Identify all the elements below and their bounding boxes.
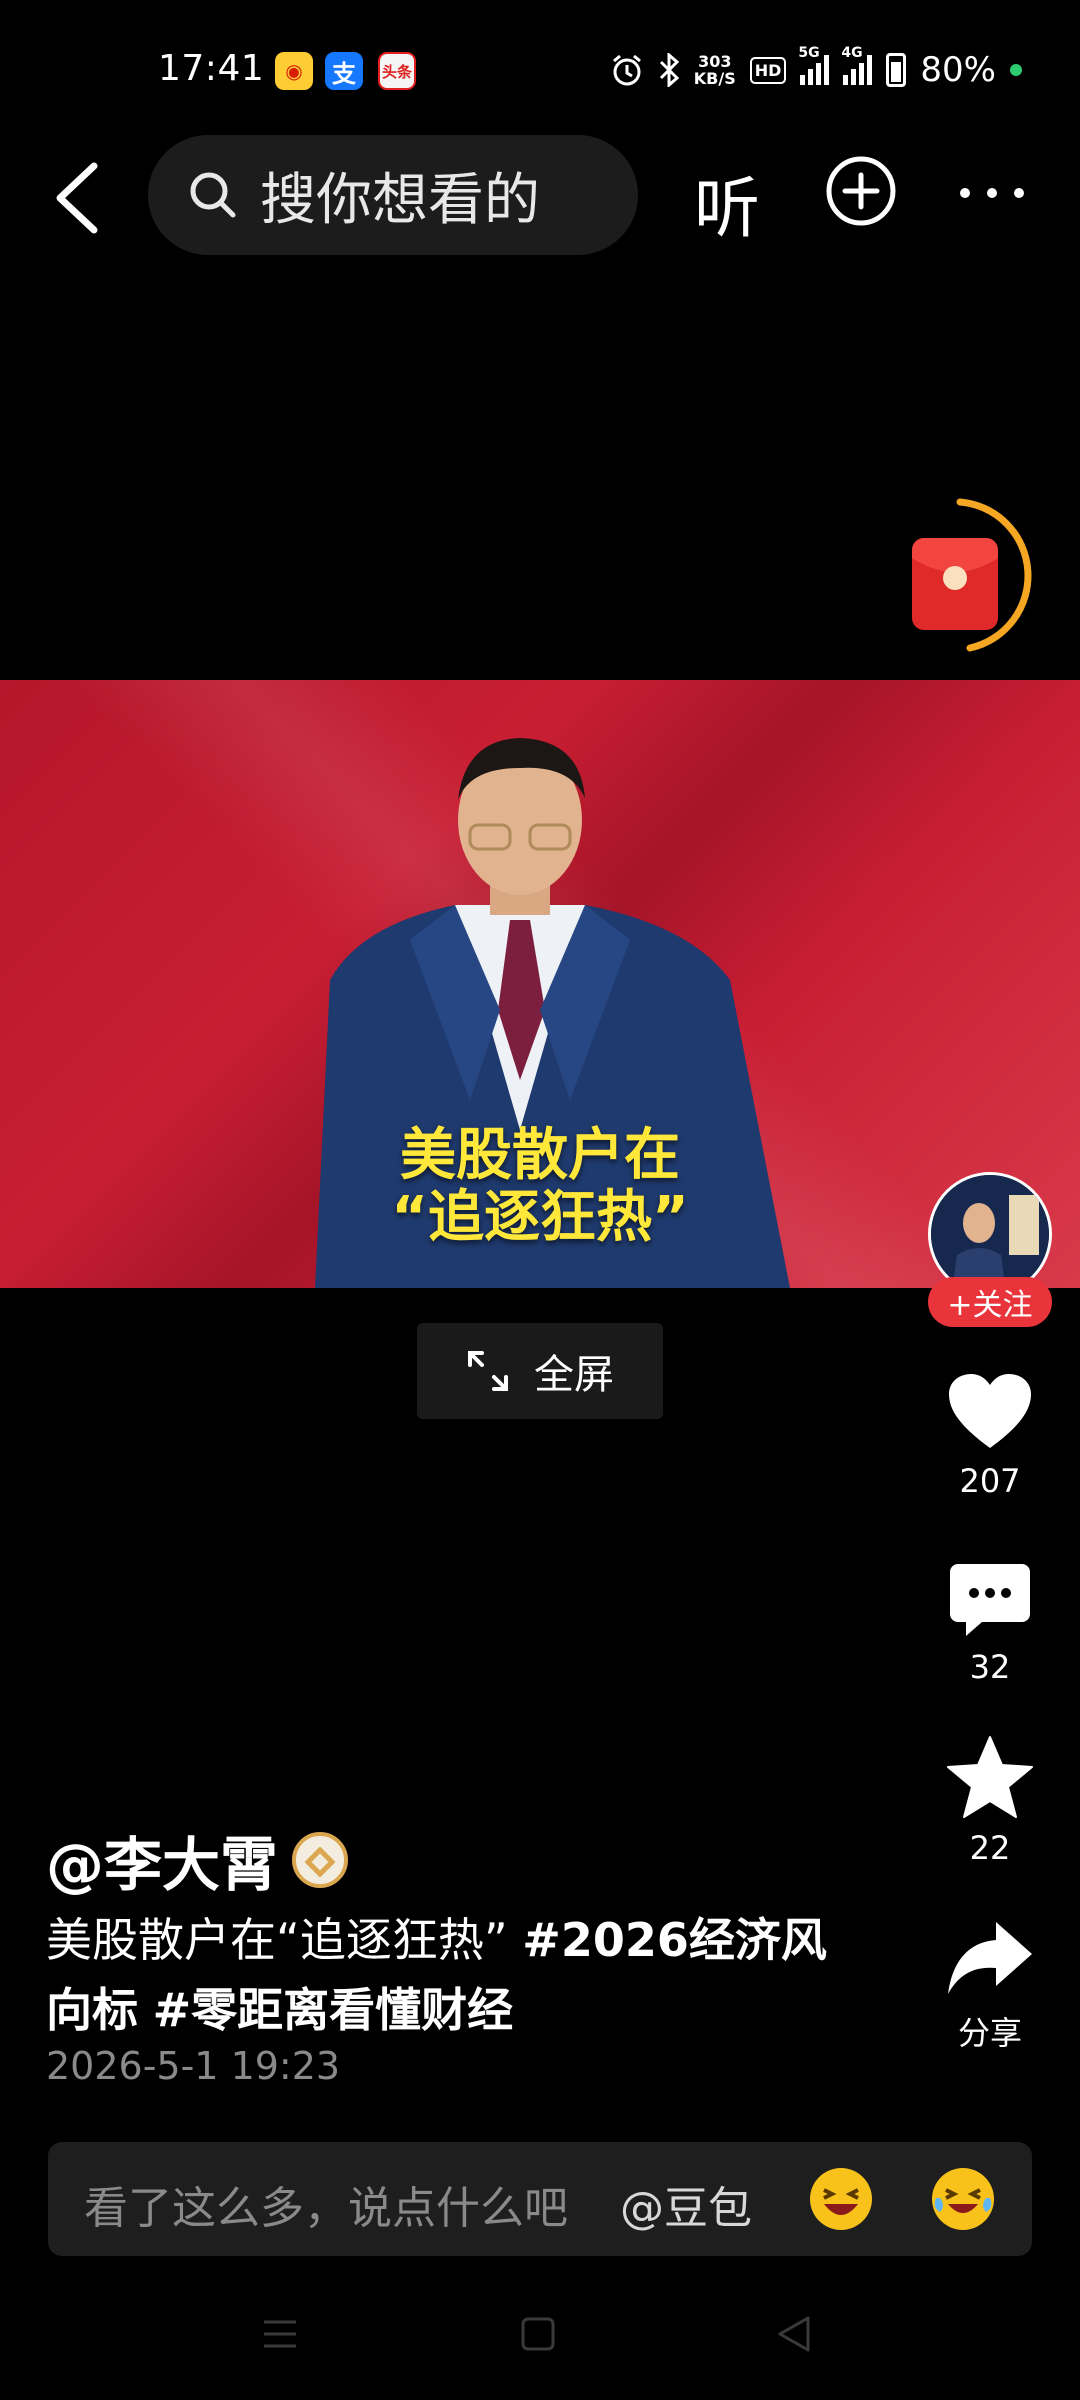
heart-icon	[949, 1374, 1031, 1448]
video-player[interactable]: 美股散户在 “追逐狂热”	[0, 680, 1080, 1288]
fullscreen-button[interactable]: 全屏	[417, 1323, 663, 1419]
menu-nav-icon[interactable]	[262, 2316, 298, 2352]
favorite-button[interactable]: 22	[930, 1735, 1050, 1867]
comment-count: 32	[969, 1648, 1011, 1686]
home-nav-icon[interactable]	[520, 2316, 556, 2352]
back-icon[interactable]	[50, 158, 110, 238]
weibo-icon: ◉	[275, 52, 313, 90]
bluetooth-icon	[659, 53, 679, 87]
comment-icon	[950, 1564, 1030, 1636]
search-bar[interactable]: 搜你想看的	[148, 135, 638, 255]
alipay-icon: 支	[325, 52, 363, 90]
post-date: 2026-5-1 19:23	[46, 2044, 341, 2088]
red-envelope-reward-icon[interactable]	[900, 498, 1035, 658]
battery-percent: 80%	[920, 50, 996, 90]
share-arrow-icon	[948, 1922, 1032, 1994]
hashtag-link[interactable]: #零距离看懂财经	[153, 1983, 514, 2037]
privacy-indicator-dot	[1010, 64, 1022, 76]
search-placeholder: 搜你想看的	[260, 167, 540, 233]
comment-button[interactable]: 32	[930, 1562, 1050, 1686]
follow-button[interactable]: +关注	[928, 1277, 1052, 1327]
signal-4g-icon: 4G	[841, 45, 873, 85]
mention-doubao-button[interactable]: @豆包	[620, 2172, 752, 2236]
like-button[interactable]: 207	[930, 1372, 1050, 1500]
author-name[interactable]: @李大霄	[46, 1818, 278, 1902]
status-time: 17:41	[158, 48, 265, 89]
tears-of-joy-emoji-icon[interactable]	[932, 2168, 994, 2230]
more-options-icon[interactable]	[960, 188, 1024, 198]
network-speed: 303 KB/S	[693, 52, 736, 88]
fullscreen-label: 全屏	[534, 1352, 614, 1398]
author-name-row[interactable]: @李大霄	[46, 1818, 349, 1902]
like-count: 207	[959, 1462, 1021, 1500]
system-nav-bar	[0, 2290, 1080, 2400]
post-description: 美股散户在“追逐狂热” #2026经济风向标 #零距离看懂财经	[46, 1905, 846, 2045]
description-text: 美股散户在“追逐狂热”	[46, 1913, 523, 1967]
status-bar: 17:41 ◉ 支 头条 303 KB/S HD 5G 4G 80%	[0, 0, 1080, 140]
share-button[interactable]: 分享	[930, 1918, 1050, 2054]
back-nav-icon[interactable]	[776, 2314, 812, 2354]
comment-placeholder[interactable]: 看了这么多，说点什么吧	[84, 2172, 568, 2236]
favorite-count: 22	[969, 1829, 1011, 1867]
search-icon	[190, 172, 236, 218]
laughing-emoji-icon[interactable]	[810, 2168, 872, 2230]
verified-badge-icon	[292, 1832, 349, 1888]
add-icon[interactable]	[825, 155, 897, 227]
alarm-icon	[612, 54, 641, 86]
battery-icon	[886, 53, 907, 87]
comment-input-bar[interactable]: 看了这么多，说点什么吧 @豆包	[48, 2142, 1032, 2256]
expand-icon	[468, 1351, 508, 1391]
listen-button[interactable]: 听	[694, 155, 760, 251]
hd-voice-icon: HD	[749, 56, 787, 84]
status-indicators: 303 KB/S HD 5G 4G 80%	[610, 45, 1022, 90]
share-label: 分享	[957, 2014, 1022, 2052]
star-icon	[947, 1736, 1033, 1818]
signal-5g-icon: 5G	[798, 45, 830, 85]
video-caption: 美股散户在 “追逐狂热”	[391, 1123, 689, 1250]
toutiao-icon: 头条	[378, 52, 416, 90]
